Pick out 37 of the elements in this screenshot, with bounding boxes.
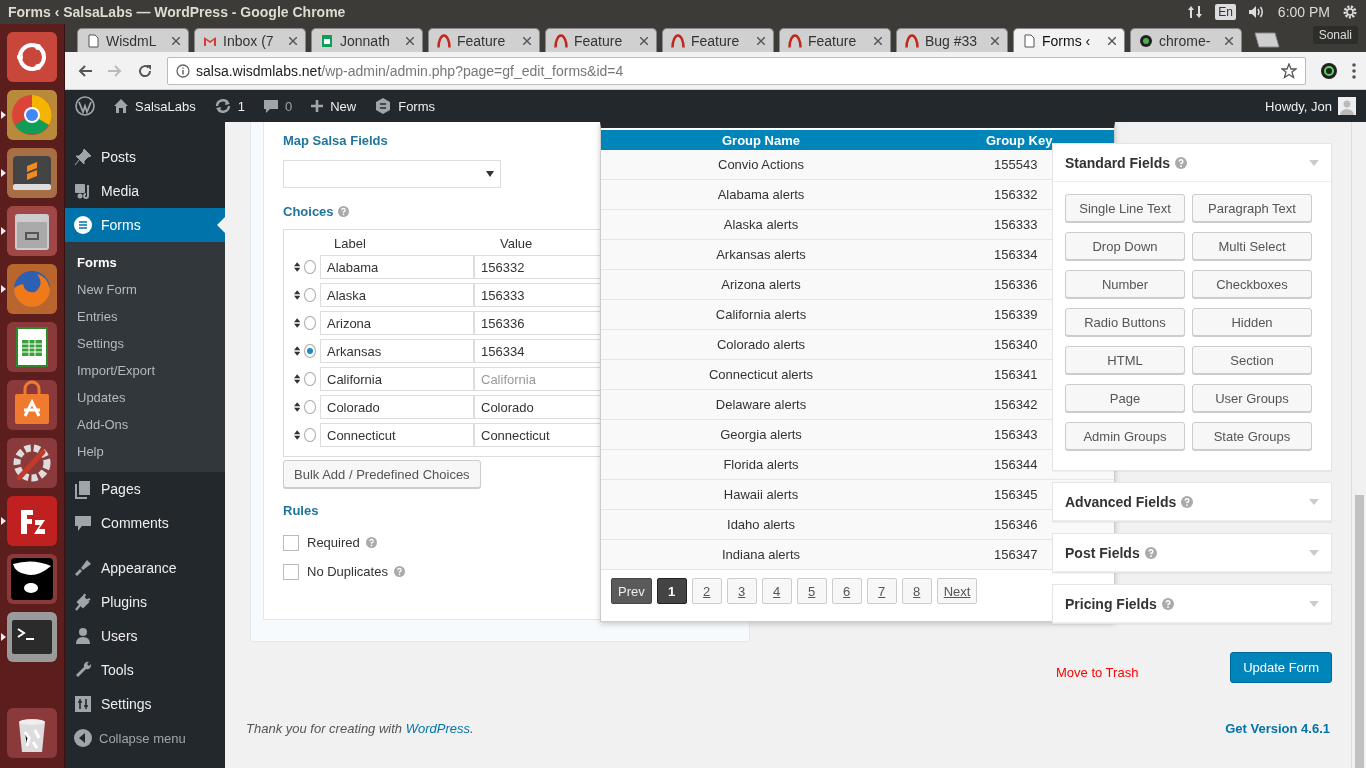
footer-text: Thank you for creating with WordPress. xyxy=(246,721,474,736)
table-cell-text: 156346 xyxy=(993,517,1038,532)
table-cell-text: 156334 xyxy=(993,247,1038,262)
table-cell-text: Arizona alerts xyxy=(720,277,802,292)
table-cell-text: Colorado alerts xyxy=(715,337,807,352)
table-cell-text: 156333 xyxy=(993,217,1038,232)
window-title: Forms ‹ SalsaLabs — WordPress - Google Chrome xyxy=(8,4,346,20)
table-cell-text: 156339 xyxy=(993,307,1038,322)
table-cell-text: Florida alerts xyxy=(722,457,800,472)
table-cell-text: 156332 xyxy=(993,187,1038,202)
section-heading: Rules xyxy=(283,503,320,518)
table-cell-text: 156340 xyxy=(993,337,1038,352)
column-header: Group Name xyxy=(721,132,801,148)
table-cell-text: Arkansas alerts xyxy=(715,247,807,262)
table-cell-text: Hawaii alerts xyxy=(722,487,800,502)
table-cell-text: Convio Actions xyxy=(717,157,805,172)
column-header: Group Key xyxy=(985,132,1053,148)
table-cell-text: 156336 xyxy=(993,277,1038,292)
table-cell-text: Alaska alerts xyxy=(722,217,800,232)
table-cell-text: Georgia alerts xyxy=(719,427,803,442)
section-heading: Choices xyxy=(283,204,334,219)
table-cell-text: 156345 xyxy=(993,487,1038,502)
table-cell-text: California alerts xyxy=(714,307,808,322)
table-cell-text: 156347 xyxy=(993,547,1038,562)
table-cell-text: 156341 xyxy=(993,367,1038,382)
table-cell-text: 156344 xyxy=(993,457,1038,472)
table-cell-text: 156342 xyxy=(993,397,1038,412)
section-heading: Map Salsa Fields xyxy=(283,133,388,148)
column-header: Label xyxy=(334,235,367,251)
table-cell-text: Idaho alerts xyxy=(726,517,796,532)
table-cell-text: Connecticut alerts xyxy=(707,367,815,382)
table-cell-text: Indiana alerts xyxy=(720,547,802,562)
table-cell-text: 156343 xyxy=(993,427,1038,442)
table-cell-text: 155543 xyxy=(993,157,1038,172)
table-cell-text: Delaware alerts xyxy=(714,397,808,412)
table-cell-text: Alabama alerts xyxy=(716,187,806,202)
column-header: Value xyxy=(500,235,533,251)
